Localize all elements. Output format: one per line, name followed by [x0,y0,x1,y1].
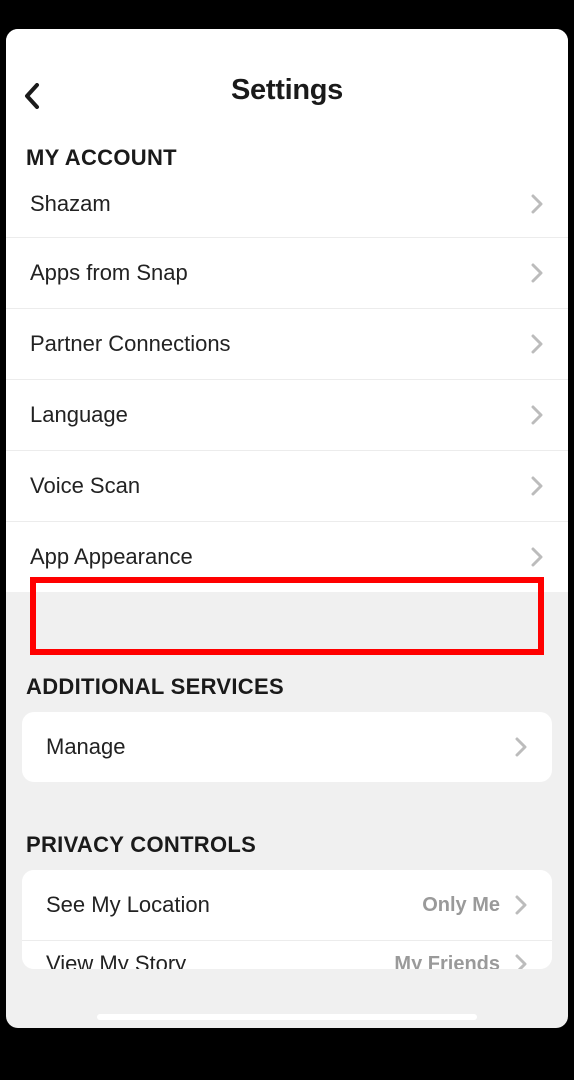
settings-item-app-appearance[interactable]: App Appearance [6,522,568,592]
list-item-label: Apps from Snap [30,260,188,286]
settings-item-apps-from-snap[interactable]: Apps from Snap [6,238,568,309]
settings-item-partner-connections[interactable]: Partner Connections [6,309,568,380]
settings-item-view-my-story[interactable]: View My Story My Friends [22,941,552,969]
list-item-label: Shazam [30,191,111,217]
chevron-right-icon [530,193,544,215]
privacy-controls-list: See My Location Only Me View My Story My… [22,870,552,969]
list-item-label: Voice Scan [30,473,140,499]
list-item-right: My Friends [394,953,528,970]
chevron-right-icon [530,404,544,426]
settings-item-manage[interactable]: Manage [22,712,552,782]
list-item-value: Only Me [422,894,500,917]
section-title-additional-services: ADDITIONAL SERVICES [6,592,568,712]
settings-item-language[interactable]: Language [6,380,568,451]
list-item-label: See My Location [46,892,210,918]
back-button[interactable] [18,82,46,110]
section-title-my-account: MY ACCOUNT [6,127,568,183]
chevron-left-icon [24,83,40,109]
chevron-right-icon [530,333,544,355]
list-item-label: Language [30,402,128,428]
page-title: Settings [22,74,552,107]
settings-screen: Settings MY ACCOUNT Shazam Apps from Sna… [6,29,568,1028]
settings-item-see-my-location[interactable]: See My Location Only Me [22,870,552,941]
list-item-right: Only Me [422,894,528,917]
section-title-privacy-controls: PRIVACY CONTROLS [6,782,568,870]
chevron-right-icon [530,546,544,568]
home-indicator[interactable] [97,1014,477,1020]
my-account-list: Shazam Apps from Snap Partner Connection… [6,183,568,592]
list-item-value: My Friends [394,953,500,970]
list-item-label: View My Story [46,951,186,969]
chevron-right-icon [530,262,544,284]
chevron-right-icon [514,736,528,758]
header: Settings [6,29,568,127]
list-item-label: Partner Connections [30,331,231,357]
chevron-right-icon [530,475,544,497]
chevron-right-icon [514,953,528,969]
chevron-right-icon [514,894,528,916]
settings-item-shazam[interactable]: Shazam [6,183,568,238]
additional-services-list: Manage [22,712,552,782]
list-item-label: Manage [46,734,126,760]
settings-item-voice-scan[interactable]: Voice Scan [6,451,568,522]
list-item-label: App Appearance [30,544,193,570]
